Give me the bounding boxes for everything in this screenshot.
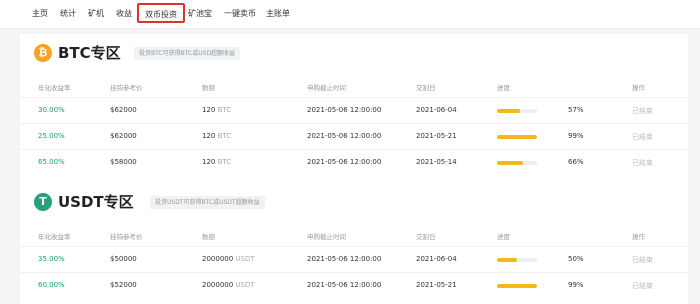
amount-value: 120 (202, 106, 216, 114)
section-note: 投资BTC可获得BTC或USD超额收益 (134, 47, 241, 60)
ref-price: $52000 (110, 281, 137, 289)
table-row: 65.00% $58000 120 BTC 2021-05-06 12:00:0… (20, 149, 688, 176)
bitcoin-icon: ₿ (34, 44, 52, 62)
progress-bar (497, 135, 537, 139)
ended-status: 已结束 (632, 107, 653, 115)
col-delivery: 交割日 (416, 233, 436, 241)
ref-price: $50000 (110, 255, 137, 263)
deadline: 2021-05-06 12:00:00 (307, 281, 382, 289)
ref-price: $58000 (110, 158, 137, 166)
progress-bar (497, 284, 537, 288)
rate: 30.00% (38, 106, 65, 114)
col-delivery: 交割日 (416, 84, 436, 92)
amount-value: 2000000 (202, 281, 234, 289)
progress-fill (497, 284, 537, 288)
nav-sell-coins[interactable]: 一键卖币 (224, 7, 256, 21)
rate: 60.00% (38, 281, 65, 289)
progress-bar (497, 109, 537, 113)
section-title: BTC专区 (58, 44, 121, 62)
ended-status: 已结束 (632, 282, 653, 290)
progress-percent: 50% (568, 255, 584, 263)
progress-fill (497, 258, 517, 262)
section-title: USDT专区 (58, 193, 134, 211)
nav-main-bill[interactable]: 主账单 (266, 7, 290, 21)
top-nav: 主页 统计 矿机 收益 双币投资 矿池宝 一键卖币 主账单 (0, 0, 700, 29)
nav-stats[interactable]: 统计 (60, 7, 76, 21)
amount-value: 120 (202, 132, 216, 140)
amount-unit: USDT (235, 255, 255, 263)
deadline: 2021-05-06 12:00:00 (307, 106, 382, 114)
amount-unit: BTC (217, 106, 232, 114)
amount-unit: BTC (217, 132, 232, 140)
main-panel: ₿ BTC专区 投资BTC可获得BTC或USD超额收益 年化收益率 挂钩参考价 … (20, 34, 688, 304)
ref-price: $62000 (110, 106, 137, 114)
rate: 65.00% (38, 158, 65, 166)
col-ref-price: 挂钩参考价 (110, 84, 143, 92)
progress-fill (497, 161, 524, 165)
nav-earnings[interactable]: 收益 (116, 7, 132, 21)
col-progress: 进度 (497, 84, 510, 92)
amount: 120 BTC (202, 158, 231, 166)
table-row: 25.00% $62000 120 BTC 2021-05-06 12:00:0… (20, 123, 688, 150)
ended-status: 已结束 (632, 256, 653, 264)
deadline: 2021-05-06 12:00:00 (307, 255, 382, 263)
table-row: 60.00% $52000 2000000 USDT 2021-05-06 12… (20, 272, 688, 299)
table-row: 35.00% $50000 2000000 USDT 2021-05-06 12… (20, 246, 688, 273)
amount: 120 BTC (202, 132, 231, 140)
progress-fill (497, 109, 520, 113)
amount-value: 2000000 (202, 255, 234, 263)
progress-bar (497, 258, 537, 262)
progress-bar (497, 161, 537, 165)
col-action: 操作 (632, 233, 645, 241)
ref-price: $62000 (110, 132, 137, 140)
rate: 35.00% (38, 255, 65, 263)
col-deadline: 申购截止时间 (307, 84, 346, 92)
progress-percent: 57% (568, 106, 584, 114)
table-row: 30.00% $62000 120 BTC 2021-05-06 12:00:0… (20, 97, 688, 124)
delivery-date: 2021-05-21 (416, 281, 457, 289)
col-amount: 数额 (202, 84, 215, 92)
amount: 2000000 USDT (202, 281, 255, 289)
tether-icon: T (34, 193, 52, 211)
ended-status: 已结束 (632, 133, 653, 141)
ended-status: 已结束 (632, 159, 653, 167)
col-annual-rate: 年化收益率 (38, 233, 71, 241)
col-ref-price: 挂钩参考价 (110, 233, 143, 241)
amount-unit: BTC (217, 158, 232, 166)
progress-percent: 99% (568, 132, 584, 140)
nav-dual-investment[interactable]: 双币投资 (137, 3, 185, 23)
nav-pool-treasure[interactable]: 矿池宝 (188, 7, 212, 21)
delivery-date: 2021-06-04 (416, 255, 457, 263)
delivery-date: 2021-05-21 (416, 132, 457, 140)
amount: 2000000 USDT (202, 255, 255, 263)
progress-percent: 66% (568, 158, 584, 166)
col-deadline: 申购截止时间 (307, 233, 346, 241)
amount-value: 120 (202, 158, 216, 166)
amount-unit: USDT (235, 281, 255, 289)
amount: 120 BTC (202, 106, 231, 114)
col-amount: 数额 (202, 233, 215, 241)
col-action: 操作 (632, 84, 645, 92)
delivery-date: 2021-05-14 (416, 158, 457, 166)
nav-home[interactable]: 主页 (32, 7, 48, 21)
delivery-date: 2021-06-04 (416, 106, 457, 114)
progress-percent: 99% (568, 281, 584, 289)
rate: 25.00% (38, 132, 65, 140)
section-note: 投资USDT可获得BTC或USDT超额收益 (150, 196, 265, 209)
col-progress: 进度 (497, 233, 510, 241)
col-annual-rate: 年化收益率 (38, 84, 71, 92)
deadline: 2021-05-06 12:00:00 (307, 132, 382, 140)
deadline: 2021-05-06 12:00:00 (307, 158, 382, 166)
progress-fill (497, 135, 537, 139)
nav-miners[interactable]: 矿机 (88, 7, 104, 21)
